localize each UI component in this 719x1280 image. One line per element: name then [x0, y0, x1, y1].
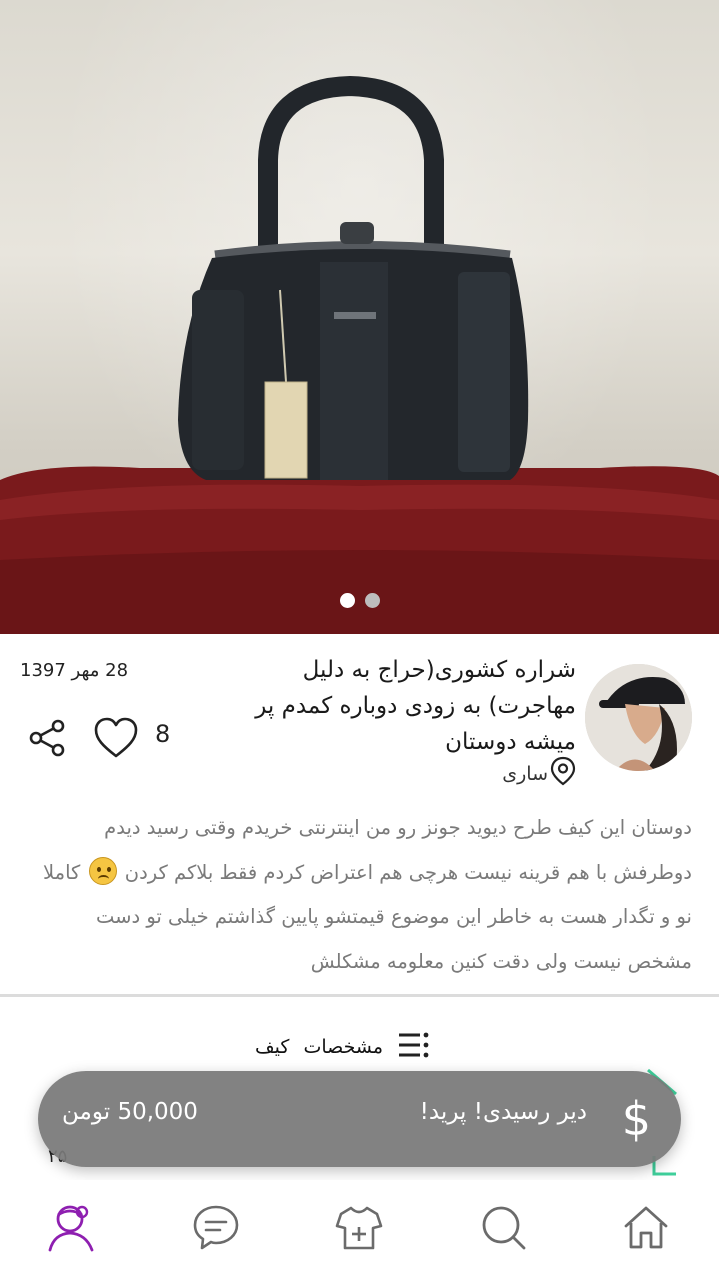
image-pager[interactable] [0, 593, 719, 608]
home-icon [624, 1206, 668, 1249]
add-shirt-icon [335, 1206, 383, 1250]
like-count: 8 [155, 720, 171, 748]
specs-value: کیف [255, 1036, 290, 1058]
bottom-navigation [0, 1180, 719, 1280]
like-button[interactable] [93, 716, 139, 760]
list-icon [397, 1031, 431, 1063]
listing-title: شراره کشوری(حراج به دلیل مهاجرت) به زودی… [255, 657, 576, 755]
heart-icon [94, 717, 138, 758]
price-bar[interactable]: $ دیر رسیدی! پرید! 50,000 تومن [38, 1071, 681, 1167]
section-divider [0, 994, 719, 997]
seller-avatar[interactable] [585, 664, 692, 771]
avatar-photo [585, 664, 692, 771]
location-label: ساری [502, 762, 548, 785]
share-button[interactable] [28, 718, 68, 758]
pager-dot[interactable] [364, 593, 380, 608]
nav-search[interactable] [478, 1202, 530, 1254]
location-pin-icon [550, 756, 576, 791]
nav-profile[interactable] [46, 1202, 98, 1254]
chat-icon [193, 1205, 239, 1250]
description-text-1: دوستان این کیف طرح دیوید جونز رو من اینت… [104, 816, 692, 884]
sold-status: دیر رسیدی! پرید! [419, 1099, 587, 1125]
share-icon [29, 719, 65, 757]
handbag-illustration [0, 75, 719, 634]
nav-add[interactable] [333, 1202, 385, 1254]
location[interactable]: ساری [502, 756, 576, 791]
nav-chat[interactable] [190, 1202, 242, 1254]
search-icon [482, 1206, 526, 1250]
post-date: 28 مهر 1397 [20, 660, 129, 681]
profile-icon [48, 1205, 94, 1252]
pager-dot-active[interactable] [339, 593, 355, 608]
listing-photo[interactable] [0, 0, 719, 634]
listing-description: دوستان این کیف طرح دیوید جونز رو من اینت… [30, 806, 692, 984]
nav-home[interactable] [620, 1202, 672, 1254]
specs-row: مشخصات کیف [255, 1030, 431, 1064]
dollar-icon: $ [621, 1092, 651, 1146]
price-value: 50,000 تومن [62, 1099, 198, 1125]
specs-label: مشخصات [303, 1036, 383, 1058]
sad-face-icon [88, 856, 117, 885]
